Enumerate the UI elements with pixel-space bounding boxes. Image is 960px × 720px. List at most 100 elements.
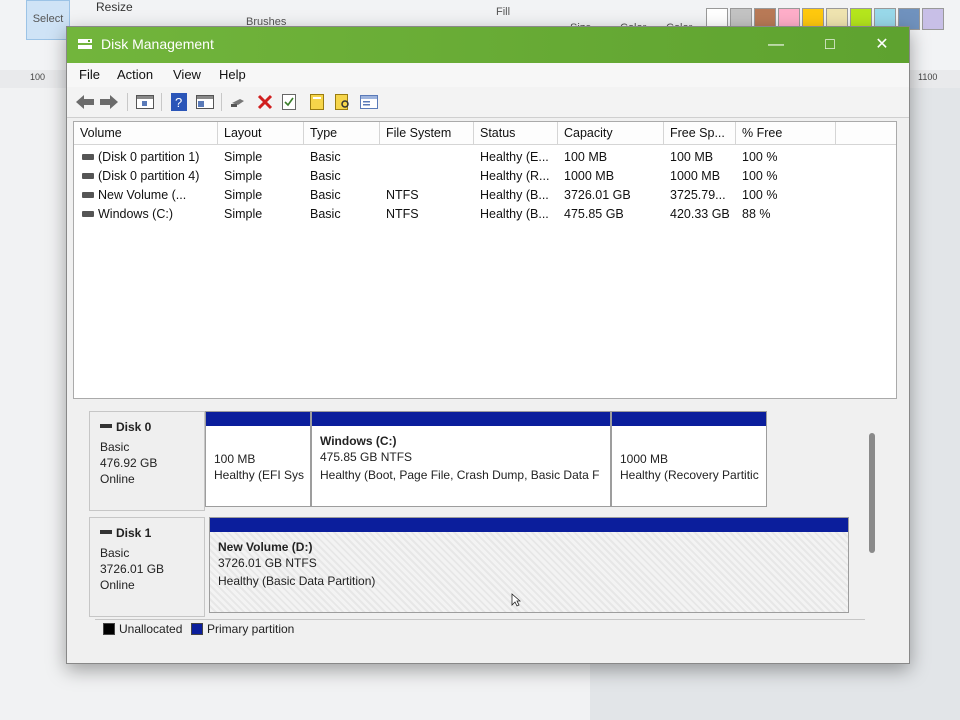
color-swatch[interactable] xyxy=(922,8,944,30)
volume-icon xyxy=(82,154,94,160)
menu-action[interactable]: Action xyxy=(117,67,153,82)
partition-new-volume-d[interactable]: New Volume (D:) 3726.01 GB NTFS Healthy … xyxy=(209,517,849,613)
back-icon[interactable] xyxy=(75,92,95,112)
help-icon[interactable]: ? xyxy=(169,92,189,112)
table-row[interactable]: New Volume (... Simple Basic NTFS Health… xyxy=(74,186,896,205)
cell-layout: Simple xyxy=(224,150,263,164)
partition-efi[interactable]: 100 MB Healthy (EFI Sys xyxy=(205,411,311,507)
cell-percent-free: 88 % xyxy=(742,207,771,221)
primary-partition-bar xyxy=(206,412,310,426)
partition-recovery-size: 1000 MB xyxy=(620,452,669,466)
cell-file-system: NTFS xyxy=(386,207,419,221)
forward-icon[interactable] xyxy=(99,92,119,112)
new-item-icon[interactable] xyxy=(307,92,327,112)
delete-icon[interactable] xyxy=(255,92,275,112)
cell-free-space: 3725.79... xyxy=(670,188,726,202)
volume-list-header: Volume Layout Type File System Status Ca… xyxy=(74,122,896,145)
svg-text:?: ? xyxy=(175,95,182,110)
primary-partition-bar xyxy=(210,518,848,532)
maximize-button[interactable]: □ xyxy=(815,33,845,57)
cell-free-space: 1000 MB xyxy=(670,169,721,183)
menu-help[interactable]: Help xyxy=(219,67,246,82)
cell-capacity: 475.85 GB xyxy=(564,207,624,221)
disk-1-info[interactable]: Disk 1 Basic 3726.01 GB Online xyxy=(89,517,205,617)
connect-icon[interactable] xyxy=(229,92,249,112)
disk-1-name: Disk 1 xyxy=(116,526,152,540)
ruler-label-right: 1100 xyxy=(918,72,938,82)
partition-windows-c[interactable]: Windows (C:) 475.85 GB NTFS Healthy (Boo… xyxy=(311,411,611,507)
volume-list[interactable]: Volume Layout Type File System Status Ca… xyxy=(73,121,897,399)
partition-new-volume-status: Healthy (Basic Data Partition) xyxy=(218,574,376,588)
cell-percent-free: 100 % xyxy=(742,169,778,183)
cell-type: Basic xyxy=(310,188,341,202)
cell-status: Healthy (R... xyxy=(480,169,550,183)
legend-primary-swatch xyxy=(191,623,203,635)
column-file-system[interactable]: File System xyxy=(380,122,474,144)
disk-0-kind: Basic xyxy=(100,440,130,454)
disk-icon xyxy=(100,424,112,428)
column-free-space[interactable]: Free Sp... xyxy=(664,122,736,144)
table-row[interactable]: (Disk 0 partition 4) Simple Basic Health… xyxy=(74,167,896,186)
menu-file[interactable]: File xyxy=(79,67,100,82)
primary-partition-bar xyxy=(612,412,766,426)
column-volume[interactable]: Volume xyxy=(74,122,218,144)
disk-graphical-view: Disk 0 Basic 476.92 GB Online 100 MB Hea… xyxy=(73,403,883,625)
table-row[interactable]: Windows (C:) Simple Basic NTFS Healthy (… xyxy=(74,205,896,224)
cell-type: Basic xyxy=(310,150,341,164)
title-bar[interactable]: Disk Management — □ ✕ xyxy=(67,27,909,63)
fill-button[interactable]: Fill xyxy=(496,6,510,18)
check-properties-icon[interactable] xyxy=(279,92,299,112)
search-folder-icon[interactable] xyxy=(333,92,353,112)
cell-free-space: 100 MB xyxy=(670,150,714,164)
volume-icon xyxy=(82,192,94,198)
partition-new-volume-size: 3726.01 GB NTFS xyxy=(218,556,317,570)
cell-layout: Simple xyxy=(224,207,263,221)
column-layout[interactable]: Layout xyxy=(218,122,304,144)
disk-icon xyxy=(100,530,112,534)
cell-status: Healthy (B... xyxy=(480,188,549,202)
cell-status: Healthy (E... xyxy=(480,150,549,164)
legend-unallocated: Unallocated xyxy=(119,622,183,636)
partition-recovery-status: Healthy (Recovery Partitic xyxy=(620,468,759,482)
cell-type: Basic xyxy=(310,207,341,221)
minimize-button[interactable]: — xyxy=(761,33,791,57)
cell-volume: New Volume (... xyxy=(98,188,187,202)
close-button[interactable]: ✕ xyxy=(867,33,897,57)
disk-1-row: Disk 1 Basic 3726.01 GB Online New Volum… xyxy=(89,517,865,617)
disk-0-info[interactable]: Disk 0 Basic 476.92 GB Online xyxy=(89,411,205,511)
select-button[interactable]: Select xyxy=(26,0,70,40)
menu-bar: File Action View Help xyxy=(67,63,909,87)
disk-0-size: 476.92 GB xyxy=(100,456,158,470)
cell-type: Basic xyxy=(310,169,341,183)
window-view-icon[interactable] xyxy=(359,92,379,112)
partition-windows-status: Healthy (Boot, Page File, Crash Dump, Ba… xyxy=(320,468,600,482)
table-row[interactable]: (Disk 0 partition 1) Simple Basic Health… xyxy=(74,148,896,167)
cell-capacity: 1000 MB xyxy=(564,169,615,183)
partition-recovery[interactable]: 1000 MB Healthy (Recovery Partitic xyxy=(611,411,767,507)
toolbar: ? xyxy=(67,87,909,118)
primary-partition-bar xyxy=(312,412,610,426)
partition-windows-size: 475.85 GB NTFS xyxy=(320,450,413,464)
column-percent-free[interactable]: % Free xyxy=(736,122,836,144)
disk-1-state: Online xyxy=(100,578,135,592)
partition-efi-status: Healthy (EFI Sys xyxy=(214,468,305,482)
cell-capacity: 100 MB xyxy=(564,150,608,164)
column-status[interactable]: Status xyxy=(474,122,558,144)
partition-windows-title: Windows (C:) xyxy=(320,434,397,448)
cell-volume: Windows (C:) xyxy=(98,207,174,221)
console-tree-icon[interactable] xyxy=(135,92,155,112)
partition-new-volume-title: New Volume (D:) xyxy=(218,540,313,554)
menu-view[interactable]: View xyxy=(173,67,201,82)
properties-view-icon[interactable] xyxy=(195,92,215,112)
disk-0-row: Disk 0 Basic 476.92 GB Online 100 MB Hea… xyxy=(89,411,865,511)
cell-layout: Simple xyxy=(224,169,263,183)
graphical-scrollbar[interactable] xyxy=(869,433,875,553)
column-type[interactable]: Type xyxy=(304,122,380,144)
column-capacity[interactable]: Capacity xyxy=(558,122,664,144)
disk-1-kind: Basic xyxy=(100,546,130,560)
cell-capacity: 3726.01 GB xyxy=(564,188,631,202)
resize-button[interactable]: Resize xyxy=(96,0,133,14)
partition-efi-size: 100 MB xyxy=(214,452,256,466)
cell-volume: (Disk 0 partition 1) xyxy=(98,150,200,164)
ruler-label-left: 100 xyxy=(30,72,46,82)
